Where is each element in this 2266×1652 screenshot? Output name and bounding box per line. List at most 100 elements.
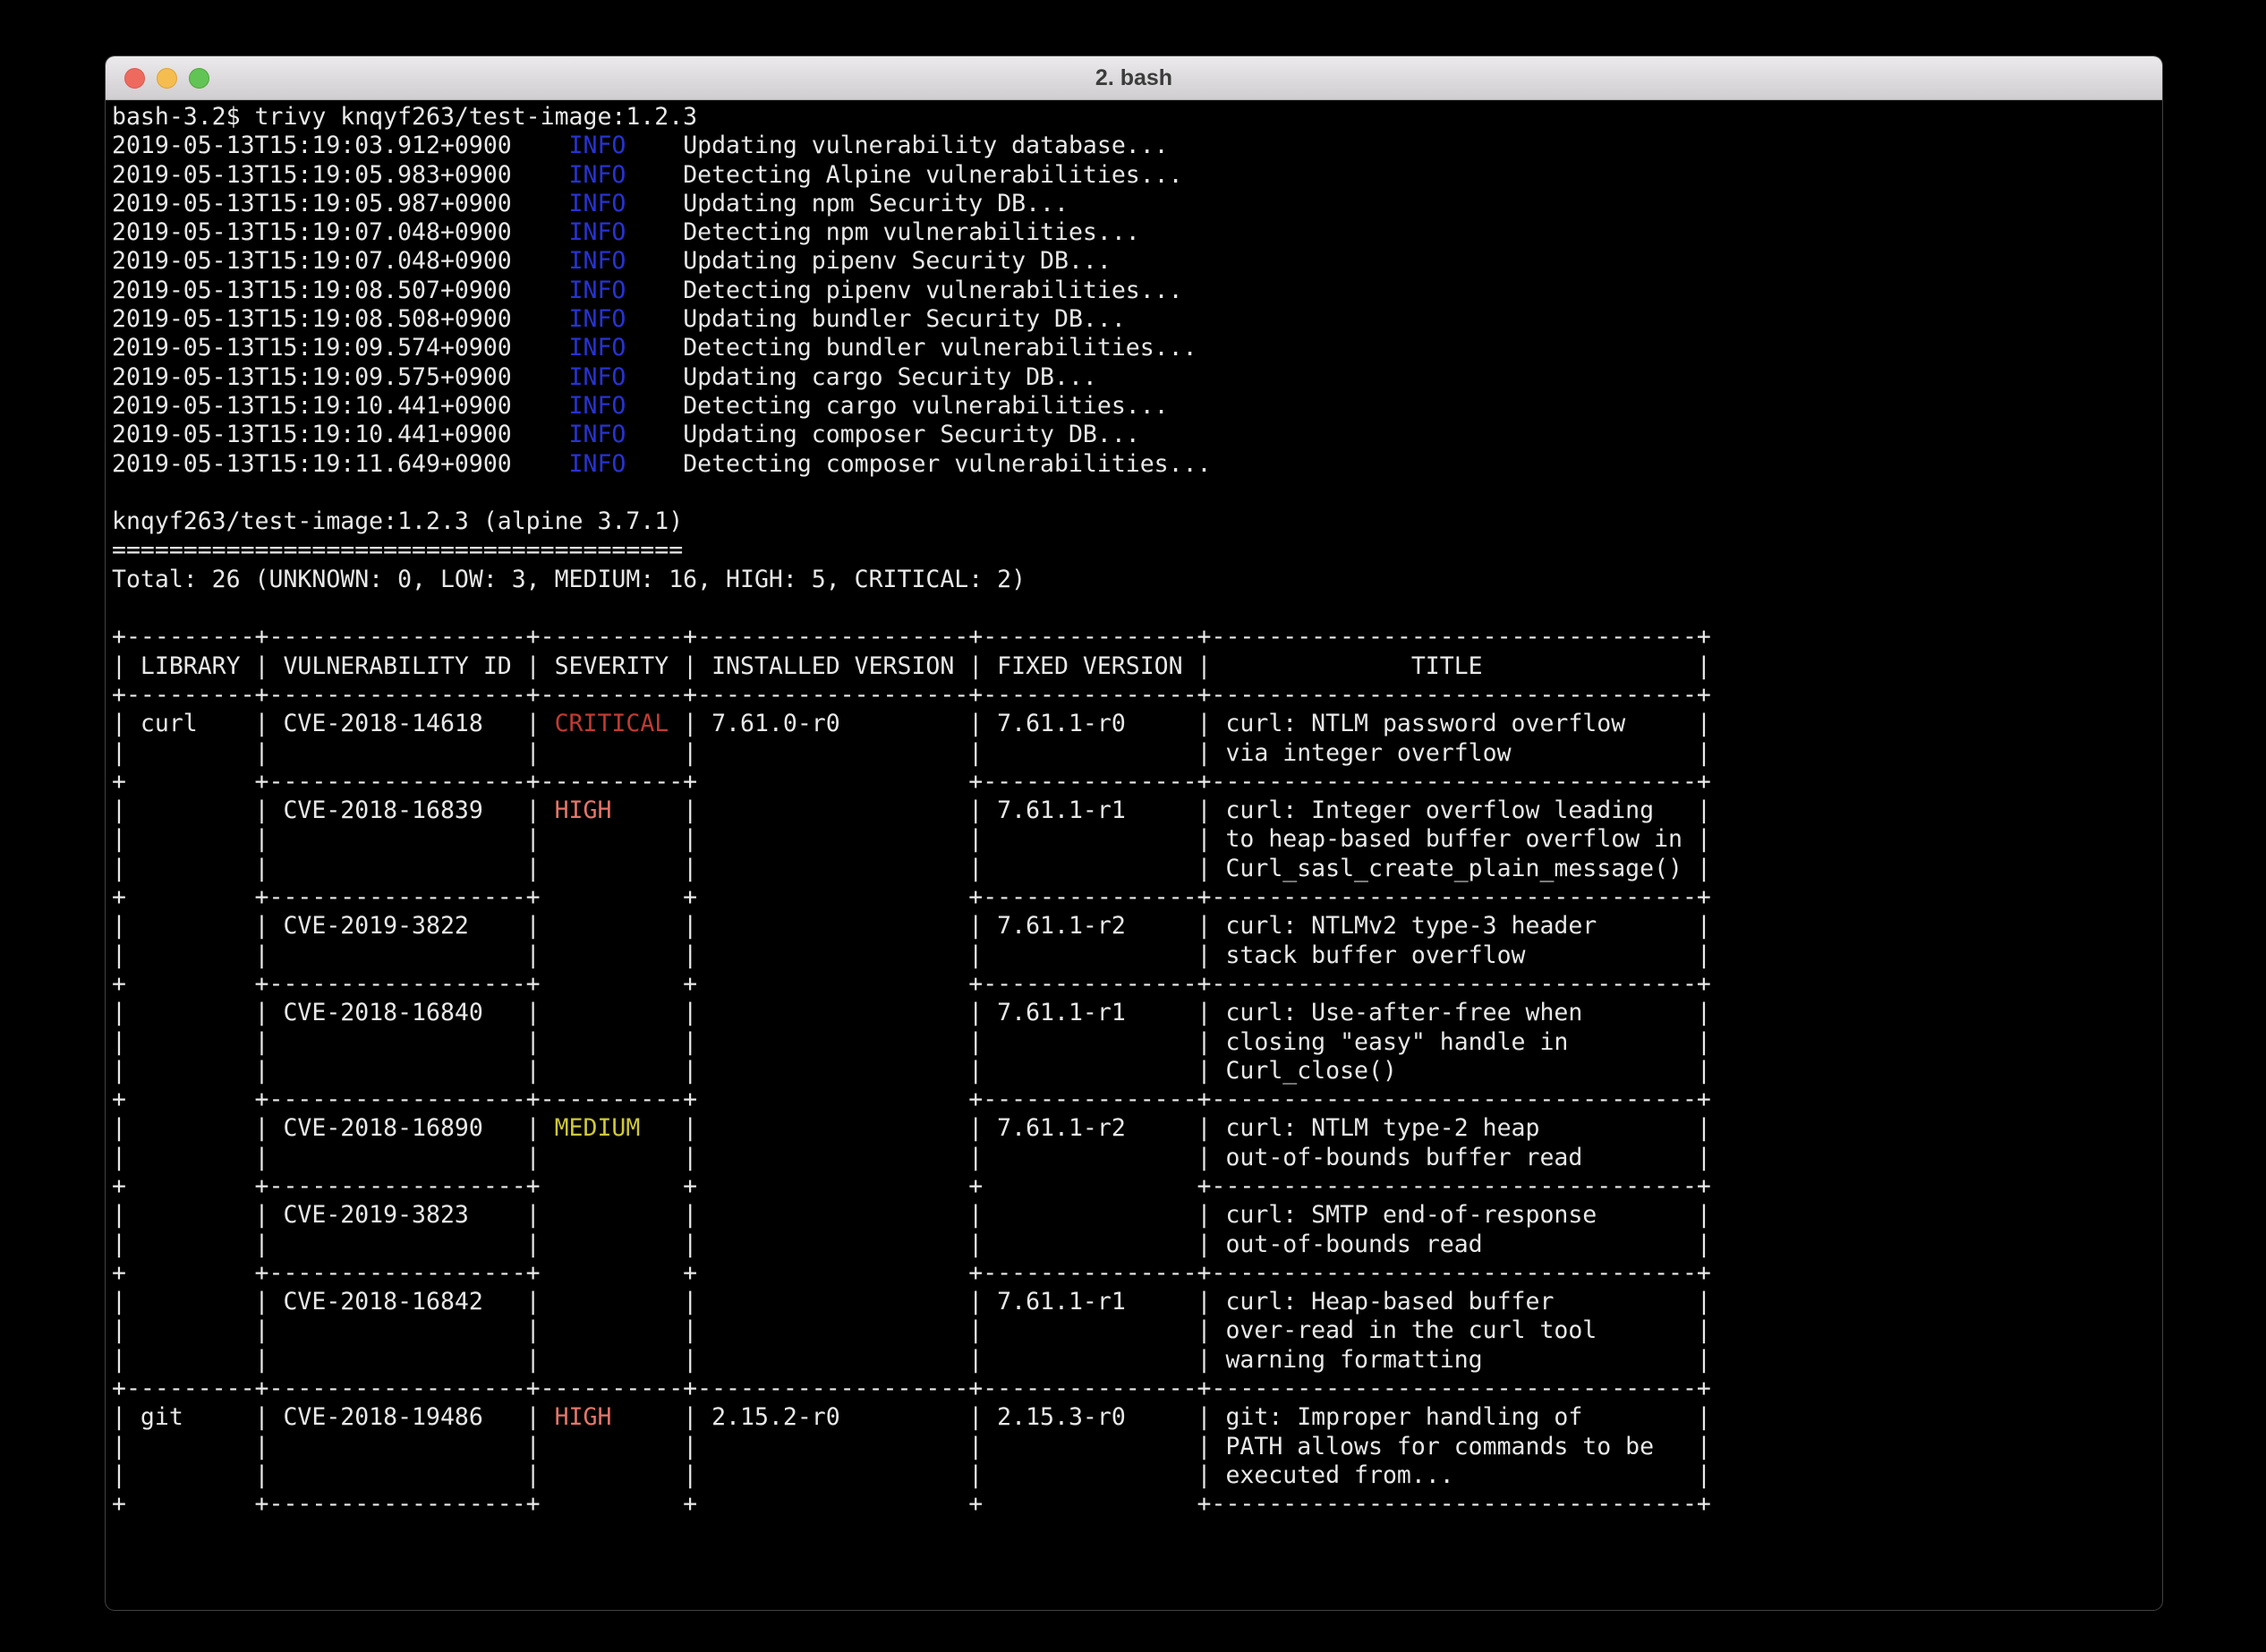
terminal-text [541, 1144, 684, 1171]
terminal-text: Updating pipenv Security DB... [626, 247, 1111, 275]
terminal-text: Detecting bundler vulnerabilities... [626, 334, 1197, 362]
terminal-line: | | | | | | warning formatting | [112, 1346, 2162, 1375]
terminal-text: +---------+------------------+----------… [112, 681, 1711, 709]
terminal-text: | | | [112, 1346, 541, 1374]
terminal-line: 2019-05-13T15:19:09.574+0900 INFO Detect… [112, 334, 2162, 362]
terminal-text: 2019-05-13T15:19:05.987+0900 [112, 190, 569, 217]
info-text: INFO [569, 392, 626, 420]
terminal-text: | | CVE-2018-16840 | [112, 999, 541, 1026]
terminal-line: | | | | | | Curl_sasl_create_plain_messa… [112, 855, 2162, 883]
terminal-line: | | CVE-2019-3823 | | | | curl: SMTP end… [112, 1201, 2162, 1230]
terminal-text: | | 7.61.1-r2 | curl: NTLM type-2 heap | [683, 1114, 1711, 1142]
terminal-text: | | CVE-2019-3822 | [112, 912, 541, 940]
terminal-text: 2019-05-13T15:19:09.575+0900 [112, 363, 569, 391]
info-text: INFO [569, 277, 626, 304]
terminal-text [541, 1230, 684, 1258]
terminal-line: + +------------------+----------+ +-----… [112, 1086, 2162, 1114]
terminal-text: | | | [112, 739, 541, 767]
terminal-text: ======================================== [112, 536, 683, 564]
terminal-line: 2019-05-13T15:19:10.441+0900 INFO Detect… [112, 392, 2162, 421]
terminal-text: | | | Curl_close() | [683, 1057, 1711, 1085]
terminal-text: | | | [112, 1028, 541, 1056]
terminal-text: 2019-05-13T15:19:07.048+0900 [112, 247, 569, 275]
terminal-text: | | | [112, 1144, 541, 1171]
terminal-text: | | | over-read in the curl tool | [683, 1316, 1711, 1344]
terminal-line: | | CVE-2018-16842 | | | 7.61.1-r1 | cur… [112, 1288, 2162, 1316]
terminal-text: | | 7.61.1-r1 | curl: Use-after-free whe… [683, 999, 1711, 1026]
terminal-text: | | | curl: SMTP end-of-response | [683, 1201, 1711, 1229]
terminal-text: 2019-05-13T15:19:05.983+0900 [112, 161, 569, 189]
terminal-text: 2019-05-13T15:19:07.048+0900 [112, 218, 569, 246]
terminal-line: | | | | | | PATH allows for commands to … [112, 1433, 2162, 1461]
terminal-text: knqyf263/test-image:1.2.3 (alpine 3.7.1) [112, 507, 683, 535]
terminal-text: | | | PATH allows for commands to be | [683, 1433, 1711, 1460]
terminal-line: | | | | | | out-of-bounds buffer read | [112, 1144, 2162, 1172]
info-text: INFO [569, 305, 626, 333]
terminal-line: Total: 26 (UNKNOWN: 0, LOW: 3, MEDIUM: 1… [112, 566, 2162, 594]
terminal-line: + +------------------+----------+ +-----… [112, 768, 2162, 796]
terminal-text [541, 1346, 684, 1374]
window-title: 2. bash [106, 56, 2162, 100]
medium-text: MEDIUM [541, 1114, 684, 1142]
terminal-text: | | CVE-2018-16842 | [112, 1288, 541, 1316]
terminal-text [541, 1316, 684, 1344]
terminal-text [541, 1057, 684, 1085]
terminal-text: | | | [112, 825, 541, 853]
terminal-line: | | CVE-2019-3822 | | | 7.61.1-r2 | curl… [112, 912, 2162, 941]
terminal-line: + +------------------+ + +--------------… [112, 883, 2162, 912]
terminal-line: 2019-05-13T15:19:03.912+0900 INFO Updati… [112, 132, 2162, 160]
terminal-text: 2019-05-13T15:19:03.912+0900 [112, 132, 569, 159]
terminal-text: 2019-05-13T15:19:11.649+0900 [112, 450, 569, 478]
terminal-line: +---------+------------------+----------… [112, 623, 2162, 651]
terminal-text: | | | [112, 1057, 541, 1085]
terminal-text: | | | Curl_sasl_create_plain_message() | [683, 855, 1711, 882]
terminal-window: 2. bash bash-3.2$ trivy knqyf263/test-im… [106, 56, 2162, 1610]
terminal-text: + +------------------+ + + +------------… [112, 1490, 1711, 1518]
terminal-text: Updating bundler Security DB... [626, 305, 1125, 333]
terminal-line: + +------------------+ + +--------------… [112, 970, 2162, 999]
terminal-line: 2019-05-13T15:19:08.508+0900 INFO Updati… [112, 305, 2162, 334]
terminal-text: | | | [112, 1433, 541, 1460]
terminal-line: 2019-05-13T15:19:10.441+0900 INFO Updati… [112, 421, 2162, 449]
terminal-text [541, 855, 684, 882]
terminal-text: 2019-05-13T15:19:08.507+0900 [112, 277, 569, 304]
info-text: INFO [569, 334, 626, 362]
terminal-text: Detecting cargo vulnerabilities... [626, 392, 1168, 420]
terminal-text: +---------+------------------+----------… [112, 1375, 1711, 1402]
terminal-line: +---------+------------------+----------… [112, 681, 2162, 710]
terminal-line: + +------------------+ + + +------------… [112, 1172, 2162, 1201]
terminal-text: | | 7.61.1-r1 | curl: Integer overflow l… [683, 796, 1711, 824]
terminal-line: | | | | | | executed from... | [112, 1461, 2162, 1490]
terminal-line: | | CVE-2018-16890 | MEDIUM | | 7.61.1-r… [112, 1114, 2162, 1143]
terminal-screen[interactable]: bash-3.2$ trivy knqyf263/test-image:1.2.… [106, 100, 2162, 1520]
terminal-line: 2019-05-13T15:19:09.575+0900 INFO Updati… [112, 363, 2162, 392]
terminal-text: bash-3.2$ trivy knqyf263/test-image:1.2.… [112, 103, 697, 131]
terminal-line: 2019-05-13T15:19:05.987+0900 INFO Updati… [112, 190, 2162, 218]
terminal-line [112, 479, 2162, 507]
terminal-text: | | | to heap-based buffer overflow in | [683, 825, 1711, 853]
terminal-text: | git | CVE-2018-19486 | [112, 1403, 541, 1431]
terminal-text: | | | stack buffer overflow | [683, 941, 1711, 969]
terminal-text: | | | out-of-bounds read | [683, 1230, 1711, 1258]
terminal-text [541, 1433, 684, 1460]
terminal-text: Detecting composer vulnerabilities... [626, 450, 1211, 478]
terminal-line: 2019-05-13T15:19:05.983+0900 INFO Detect… [112, 161, 2162, 190]
terminal-text: | | | warning formatting | [683, 1346, 1711, 1374]
terminal-line: bash-3.2$ trivy knqyf263/test-image:1.2.… [112, 103, 2162, 132]
terminal-text: + +------------------+ + +--------------… [112, 970, 1711, 998]
terminal-text: 2019-05-13T15:19:10.441+0900 [112, 421, 569, 448]
title-bar[interactable]: 2. bash [106, 56, 2162, 100]
terminal-line: | git | CVE-2018-19486 | HIGH | 2.15.2-r… [112, 1403, 2162, 1432]
terminal-text: + +------------------+ + +--------------… [112, 883, 1711, 911]
terminal-text: | | | out-of-bounds buffer read | [683, 1144, 1711, 1171]
info-text: INFO [569, 161, 626, 189]
desktop: { "window": { "title": "2. bash", "contr… [0, 0, 2266, 1652]
terminal-line: knqyf263/test-image:1.2.3 (alpine 3.7.1) [112, 507, 2162, 536]
terminal-line: + +------------------+ + +--------------… [112, 1259, 2162, 1288]
info-text: INFO [569, 190, 626, 217]
terminal-text: | 2.15.2-r0 | 2.15.3-r0 | git: Improper … [683, 1403, 1711, 1431]
info-text: INFO [569, 363, 626, 391]
critical-text: CRITICAL [541, 710, 684, 737]
terminal-text: + +------------------+----------+ +-----… [112, 1086, 1711, 1113]
terminal-text: 2019-05-13T15:19:09.574+0900 [112, 334, 569, 362]
